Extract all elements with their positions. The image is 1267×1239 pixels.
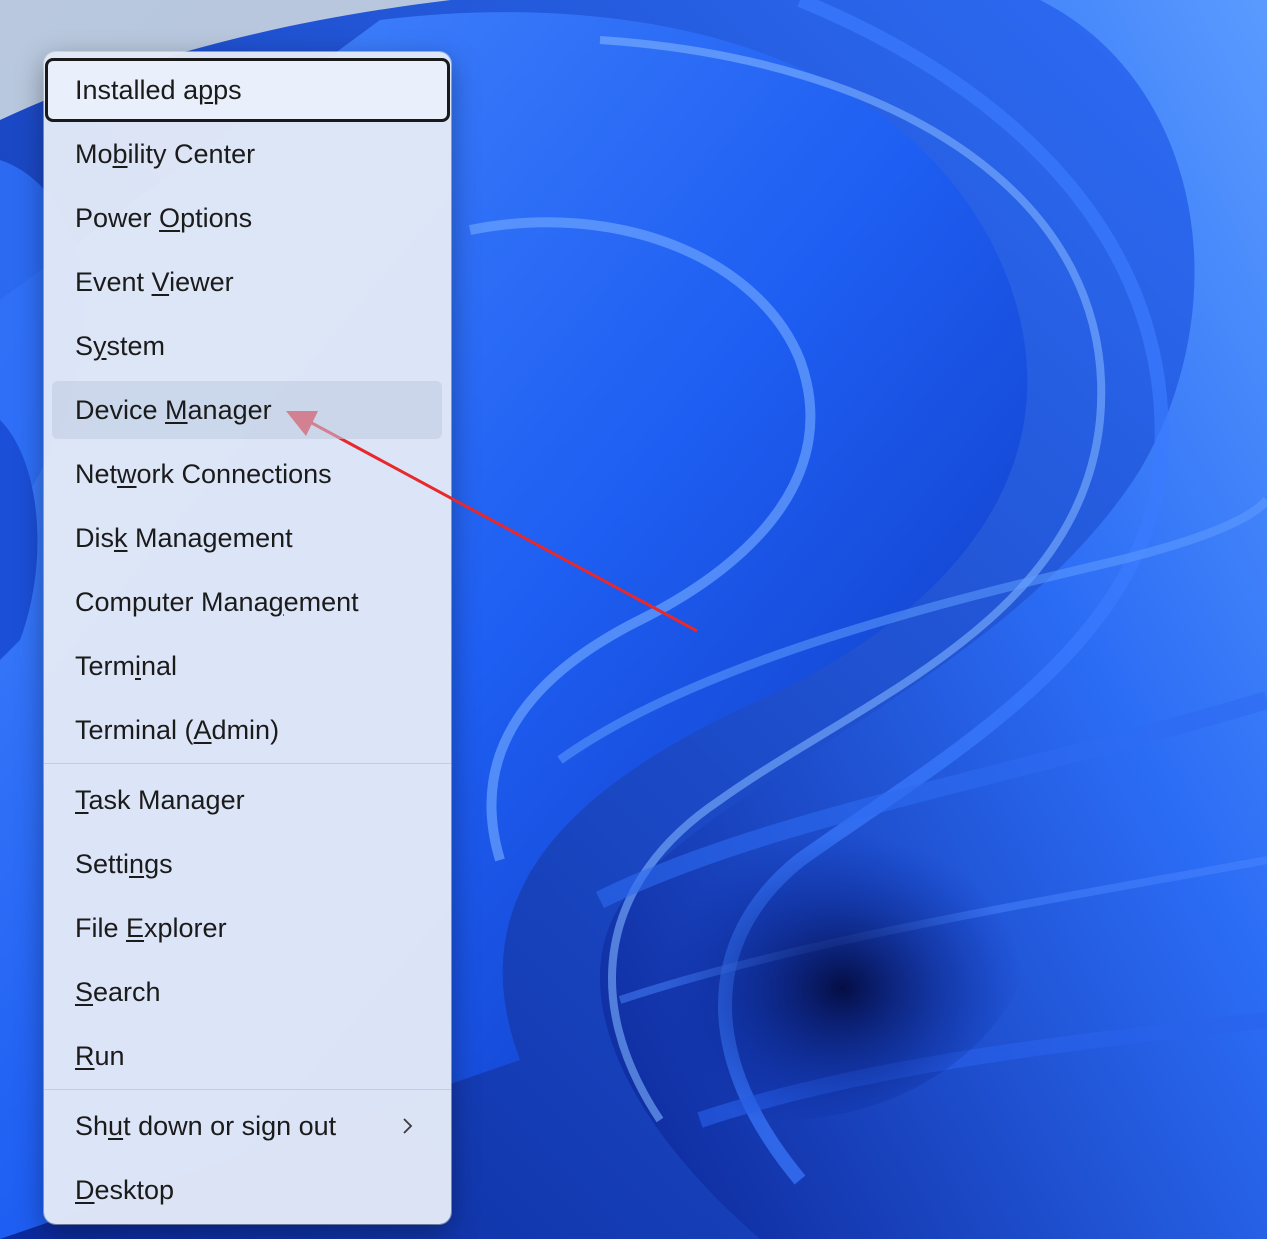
- menu-item-file-explorer[interactable]: File Explorer: [44, 896, 451, 960]
- access-key: T: [75, 784, 89, 815]
- menu-item-label: Terminal: [75, 651, 177, 682]
- menu-item-label: File Explorer: [75, 913, 227, 944]
- access-key: S: [75, 976, 94, 1007]
- menu-item-computer-management[interactable]: Computer Management: [44, 570, 451, 634]
- label-text: S: [75, 330, 94, 361]
- label-text: Mo: [75, 138, 113, 169]
- menu-item-label: Task Manager: [75, 785, 245, 816]
- menu-item-label: Shut down or sign out: [75, 1111, 336, 1142]
- menu-divider: [44, 1089, 451, 1090]
- label-text: gs: [144, 848, 173, 879]
- menu-item-label: Disk Management: [75, 523, 293, 554]
- menu-item-label: Settings: [75, 849, 173, 880]
- access-key: b: [112, 138, 128, 169]
- label-text: Dis: [75, 522, 114, 553]
- menu-item-shut-down-or-sign-out[interactable]: Shut down or sign out: [44, 1094, 451, 1158]
- menu-item-label: Terminal (Admin): [75, 715, 279, 746]
- access-key: D: [75, 1174, 95, 1205]
- label-text: Sh: [75, 1110, 109, 1141]
- access-key: k: [114, 522, 128, 553]
- menu-item-event-viewer[interactable]: Event Viewer: [44, 250, 451, 314]
- access-key: n: [129, 848, 145, 879]
- menu-item-device-manager[interactable]: Device Manager: [44, 378, 451, 442]
- menu-item-label: Network Connections: [75, 459, 332, 490]
- menu-item-power-options[interactable]: Power Options: [44, 186, 451, 250]
- menu-item-terminal-admin[interactable]: Terminal (Admin): [44, 698, 451, 762]
- access-key: O: [159, 202, 181, 233]
- label-text: Installed a: [75, 74, 199, 105]
- label-text: ps: [213, 74, 242, 105]
- label-text: ork Connections: [136, 458, 332, 489]
- menu-item-installed-apps[interactable]: Installed apps: [45, 58, 450, 122]
- label-text: Management: [127, 522, 293, 553]
- access-key: g: [268, 586, 284, 617]
- menu-item-mobility-center[interactable]: Mobility Center: [44, 122, 451, 186]
- label-text: xplorer: [144, 912, 227, 943]
- menu-item-desktop[interactable]: Desktop: [44, 1158, 451, 1222]
- access-key: A: [193, 714, 212, 745]
- menu-item-label: Power Options: [75, 203, 252, 234]
- label-text: Power: [75, 202, 160, 233]
- label-text: Event: [75, 266, 152, 297]
- label-text: t down or sign out: [123, 1110, 337, 1141]
- menu-item-task-manager[interactable]: Task Manager: [44, 768, 451, 832]
- label-text: stem: [106, 330, 166, 361]
- access-key: E: [126, 912, 145, 943]
- menu-item-run[interactable]: Run: [44, 1024, 451, 1088]
- label-text: iewer: [169, 266, 234, 297]
- menu-item-terminal[interactable]: Terminal: [44, 634, 451, 698]
- menu-item-search[interactable]: Search: [44, 960, 451, 1024]
- label-text: File: [75, 912, 127, 943]
- label-text: esktop: [94, 1174, 175, 1205]
- label-text: Computer Mana: [75, 586, 269, 617]
- menu-item-label: Search: [75, 977, 161, 1008]
- label-text: Device: [75, 394, 166, 425]
- access-key: p: [198, 74, 214, 105]
- menu-item-system[interactable]: System: [44, 314, 451, 378]
- menu-item-settings[interactable]: Settings: [44, 832, 451, 896]
- label-text: Terminal (: [75, 714, 194, 745]
- menu-item-label: Computer Management: [75, 587, 359, 618]
- label-text: un: [94, 1040, 125, 1071]
- access-key: y: [93, 330, 107, 361]
- access-key: u: [108, 1110, 124, 1141]
- menu-item-network-connections[interactable]: Network Connections: [44, 442, 451, 506]
- label-text: Net: [75, 458, 118, 489]
- menu-divider: [44, 763, 451, 764]
- label-text: ement: [283, 586, 359, 617]
- access-key: M: [165, 394, 188, 425]
- label-text: earch: [93, 976, 161, 1007]
- menu-item-label: System: [75, 331, 165, 362]
- access-key: w: [117, 458, 137, 489]
- quick-link-menu: Installed apps Mobility Center Power Optio…: [44, 52, 451, 1224]
- access-key: R: [75, 1040, 95, 1071]
- label-text: anager: [187, 394, 272, 425]
- access-key: V: [151, 266, 170, 297]
- menu-item-disk-management[interactable]: Disk Management: [44, 506, 451, 570]
- label-text: ptions: [180, 202, 253, 233]
- chevron-right-icon: [403, 1118, 413, 1134]
- label-text: dmin): [211, 714, 280, 745]
- label-text: nal: [141, 650, 178, 681]
- label-text: Term: [75, 650, 135, 681]
- label-text: ask Manager: [88, 784, 245, 815]
- menu-item-label: Event Viewer: [75, 267, 234, 298]
- menu-item-label: Desktop: [75, 1175, 174, 1206]
- label-text: ility Center: [127, 138, 256, 169]
- menu-item-label: Installed apps: [75, 75, 242, 106]
- menu-item-label: Mobility Center: [75, 139, 255, 170]
- menu-item-label: Device Manager: [75, 395, 272, 426]
- label-text: Setti: [75, 848, 130, 879]
- menu-item-label: Run: [75, 1041, 125, 1072]
